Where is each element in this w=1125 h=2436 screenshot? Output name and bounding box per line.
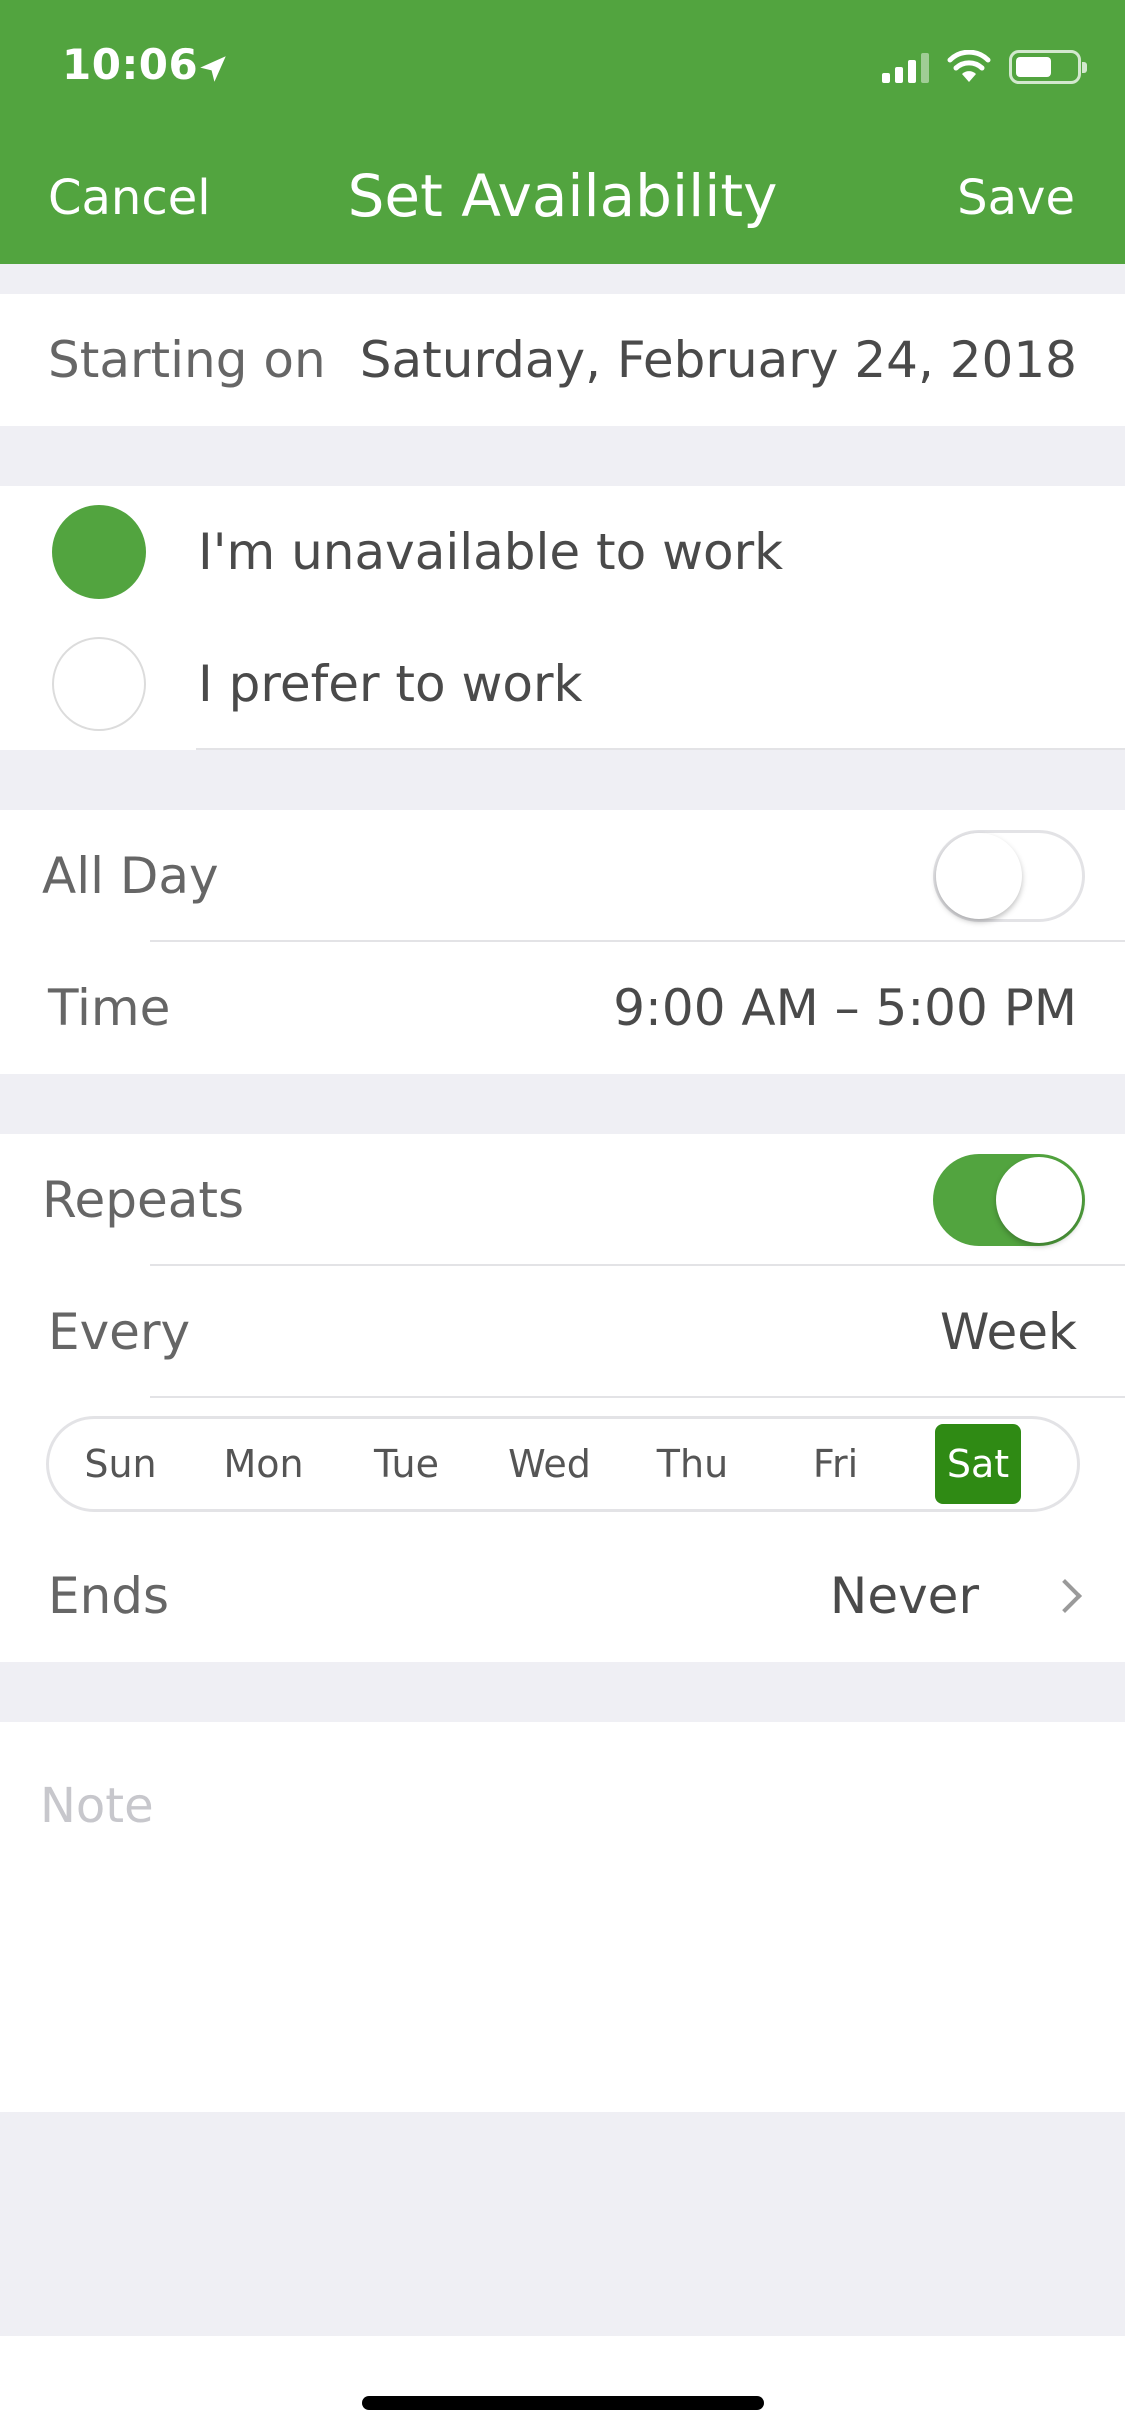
repeats-label: Repeats (42, 1171, 245, 1229)
availability-section: I'm unavailable to work I prefer to work (0, 486, 1125, 750)
time-value: 9:00 AM – 5:00 PM (613, 979, 1077, 1037)
day-sun[interactable]: Sun (49, 1424, 192, 1504)
ends-value: Never (829, 1567, 979, 1625)
cancel-button[interactable]: Cancel (48, 170, 211, 226)
bottom-safe-area (0, 2336, 1125, 2436)
option-prefer-label: I prefer to work (198, 655, 583, 713)
app-header: 10:06 Cancel Set Availability Save (0, 0, 1125, 264)
status-indicators (882, 50, 1087, 84)
time-section: All Day Time 9:00 AM – 5:00 PM (0, 810, 1125, 1074)
option-unavailable-label: I'm unavailable to work (198, 523, 784, 581)
start-date-label: Starting on (48, 331, 326, 389)
repeats-toggle[interactable] (933, 1154, 1085, 1246)
day-mon[interactable]: Mon (192, 1424, 335, 1504)
day-thu[interactable]: Thu (621, 1424, 764, 1504)
status-time: 10:06 (62, 40, 199, 89)
day-wed[interactable]: Wed (478, 1424, 621, 1504)
signal-icon (882, 51, 929, 83)
repeat-section: Repeats Every Week Sun Mon Tue Wed Thu F… (0, 1134, 1125, 1662)
day-sat[interactable]: Sat (935, 1424, 1021, 1504)
every-label: Every (48, 1303, 191, 1361)
ends-label: Ends (48, 1567, 170, 1625)
location-arrow-icon (200, 56, 226, 82)
home-indicator (362, 2396, 764, 2410)
start-date-value: Saturday, February 24, 2018 (359, 331, 1077, 389)
all-day-label: All Day (42, 847, 219, 905)
save-button[interactable]: Save (957, 170, 1075, 226)
battery-icon (1009, 50, 1087, 84)
all-day-row: All Day (0, 810, 1125, 942)
wifi-icon (947, 50, 991, 82)
time-label: Time (48, 979, 171, 1037)
day-fri[interactable]: Fri (764, 1424, 907, 1504)
note-section[interactable] (0, 1722, 1125, 2112)
divider (150, 1396, 1125, 1398)
start-date-section: Starting on Saturday, February 24, 2018 (0, 294, 1125, 426)
time-row[interactable]: Time 9:00 AM – 5:00 PM (0, 942, 1125, 1074)
every-value: Week (940, 1303, 1077, 1361)
option-prefer[interactable]: I prefer to work (0, 618, 1125, 750)
chevron-right-icon (1048, 1579, 1082, 1613)
start-date-row[interactable]: Starting on Saturday, February 24, 2018 (0, 294, 1125, 426)
ends-row[interactable]: Ends Never (0, 1530, 1125, 1662)
repeats-row: Repeats (0, 1134, 1125, 1266)
radio-unselected-icon[interactable] (52, 637, 146, 731)
all-day-toggle[interactable] (933, 830, 1085, 922)
day-tue[interactable]: Tue (335, 1424, 478, 1504)
every-row[interactable]: Every Week (0, 1266, 1125, 1398)
day-selector: Sun Mon Tue Wed Thu Fri Sat (46, 1416, 1080, 1512)
option-unavailable[interactable]: I'm unavailable to work (0, 486, 1125, 618)
radio-selected-icon[interactable] (52, 505, 146, 599)
note-input[interactable]: Note (40, 1778, 154, 1834)
divider (196, 748, 1125, 750)
